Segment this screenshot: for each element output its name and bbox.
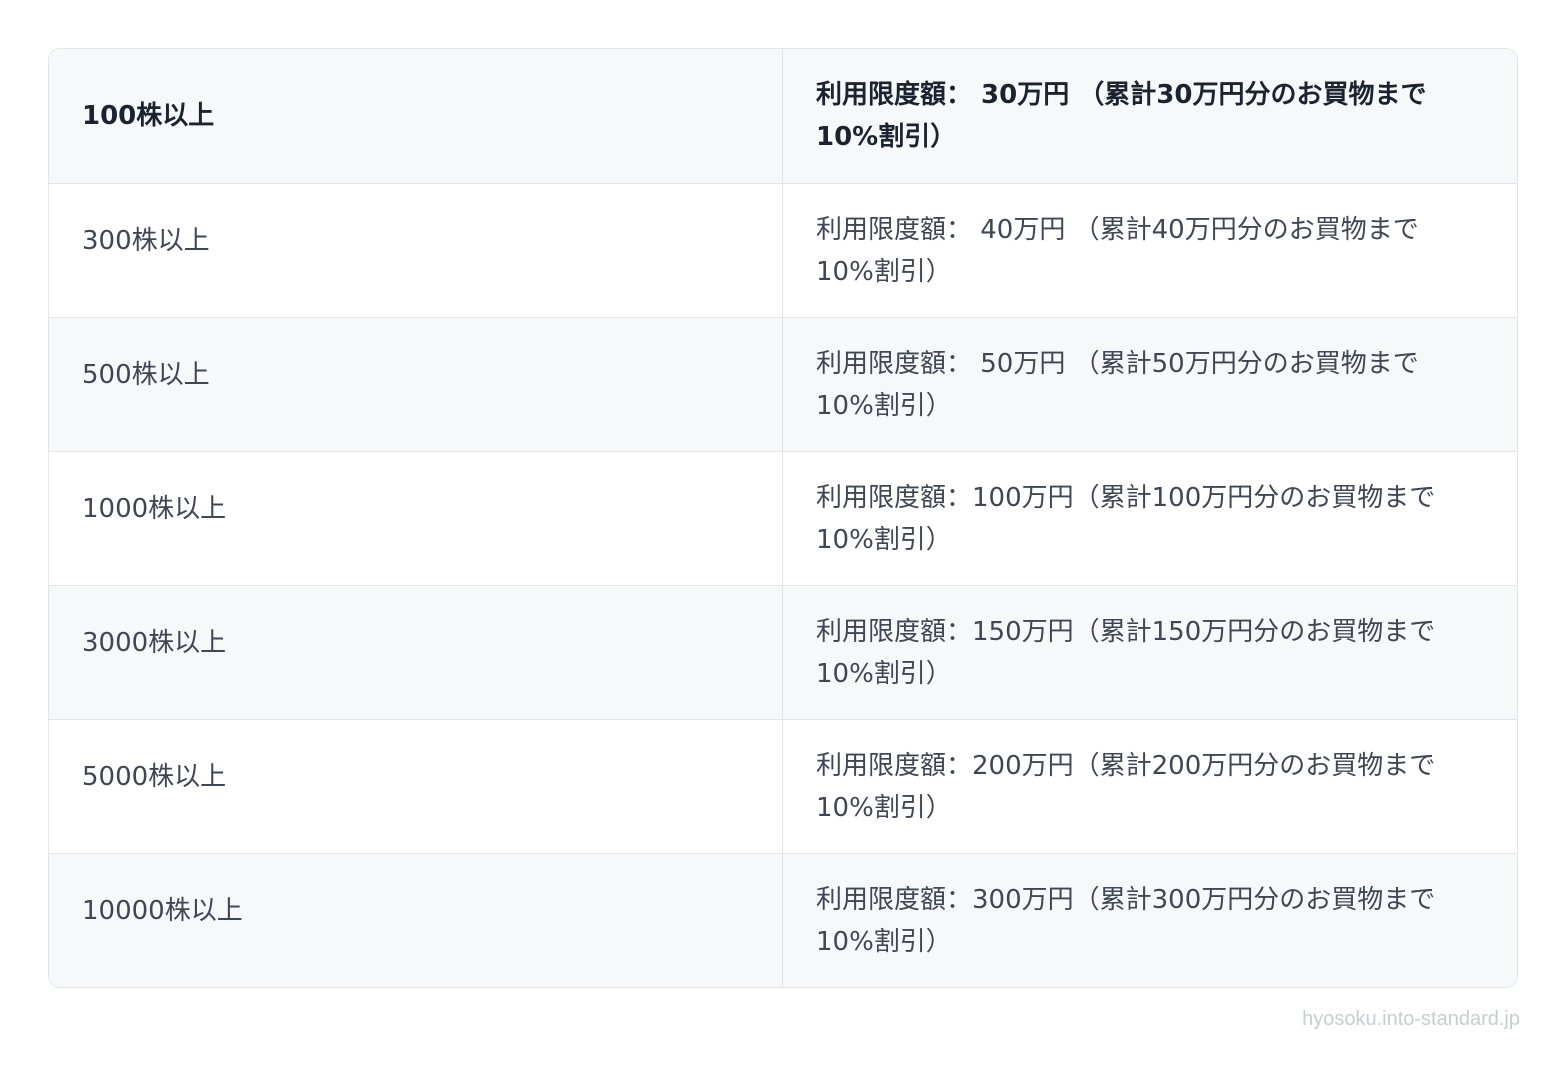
benefit-text: 利用限度額： 40万円 （累計40万円分のお買物まで 10%割引） xyxy=(816,214,1419,287)
shares-cell: 500株以上 xyxy=(49,318,783,451)
benefit-text: 利用限度額： 30万円 （累計30万円分のお買物まで 10%割引） xyxy=(816,80,1427,152)
benefit-text: 利用限度額：100万円（累計100万円分のお買物まで 10%割引） xyxy=(816,482,1436,555)
shares-cell: 300株以上 xyxy=(49,184,783,317)
benefit-cell: 利用限度額：150万円（累計150万円分のお買物まで 10%割引） xyxy=(783,586,1517,719)
table-row: 500株以上 利用限度額： 50万円 （累計50万円分のお買物まで 10%割引） xyxy=(49,317,1517,451)
benefit-text: 利用限度額：150万円（累計150万円分のお買物まで 10%割引） xyxy=(816,616,1436,689)
benefit-cell: 利用限度額：200万円（累計200万円分のお買物まで 10%割引） xyxy=(783,720,1517,853)
shares-cell: 3000株以上 xyxy=(49,586,783,719)
table-row: 10000株以上 利用限度額：300万円（累計300万円分のお買物まで 10%割… xyxy=(49,853,1517,987)
shares-cell: 10000株以上 xyxy=(49,854,783,987)
benefit-cell: 利用限度額： 50万円 （累計50万円分のお買物まで 10%割引） xyxy=(783,318,1517,451)
benefit-cell: 利用限度額： 30万円 （累計30万円分のお買物まで 10%割引） xyxy=(783,49,1517,183)
shares-cell: 1000株以上 xyxy=(49,452,783,585)
table-row: 3000株以上 利用限度額：150万円（累計150万円分のお買物まで 10%割引… xyxy=(49,585,1517,719)
table-row: 5000株以上 利用限度額：200万円（累計200万円分のお買物まで 10%割引… xyxy=(49,719,1517,853)
shares-cell: 5000株以上 xyxy=(49,720,783,853)
benefit-text: 利用限度額：200万円（累計200万円分のお買物まで 10%割引） xyxy=(816,750,1436,823)
table-row: 300株以上 利用限度額： 40万円 （累計40万円分のお買物まで 10%割引） xyxy=(49,183,1517,317)
benefit-text: 利用限度額： 50万円 （累計50万円分のお買物まで 10%割引） xyxy=(816,348,1419,421)
benefit-cell: 利用限度額：300万円（累計300万円分のお買物まで 10%割引） xyxy=(783,854,1517,987)
benefit-text: 利用限度額：300万円（累計300万円分のお買物まで 10%割引） xyxy=(816,884,1436,957)
source-watermark: hyosoku.into-standard.jp xyxy=(1302,1008,1520,1030)
benefit-cell: 利用限度額： 40万円 （累計40万円分のお買物まで 10%割引） xyxy=(783,184,1517,317)
table-row: 100株以上 利用限度額： 30万円 （累計30万円分のお買物まで 10%割引） xyxy=(49,49,1517,183)
shares-cell: 100株以上 xyxy=(49,49,783,183)
table-row: 1000株以上 利用限度額：100万円（累計100万円分のお買物まで 10%割引… xyxy=(49,451,1517,585)
benefit-table: 100株以上 利用限度額： 30万円 （累計30万円分のお買物まで 10%割引）… xyxy=(48,48,1518,988)
benefit-cell: 利用限度額：100万円（累計100万円分のお買物まで 10%割引） xyxy=(783,452,1517,585)
